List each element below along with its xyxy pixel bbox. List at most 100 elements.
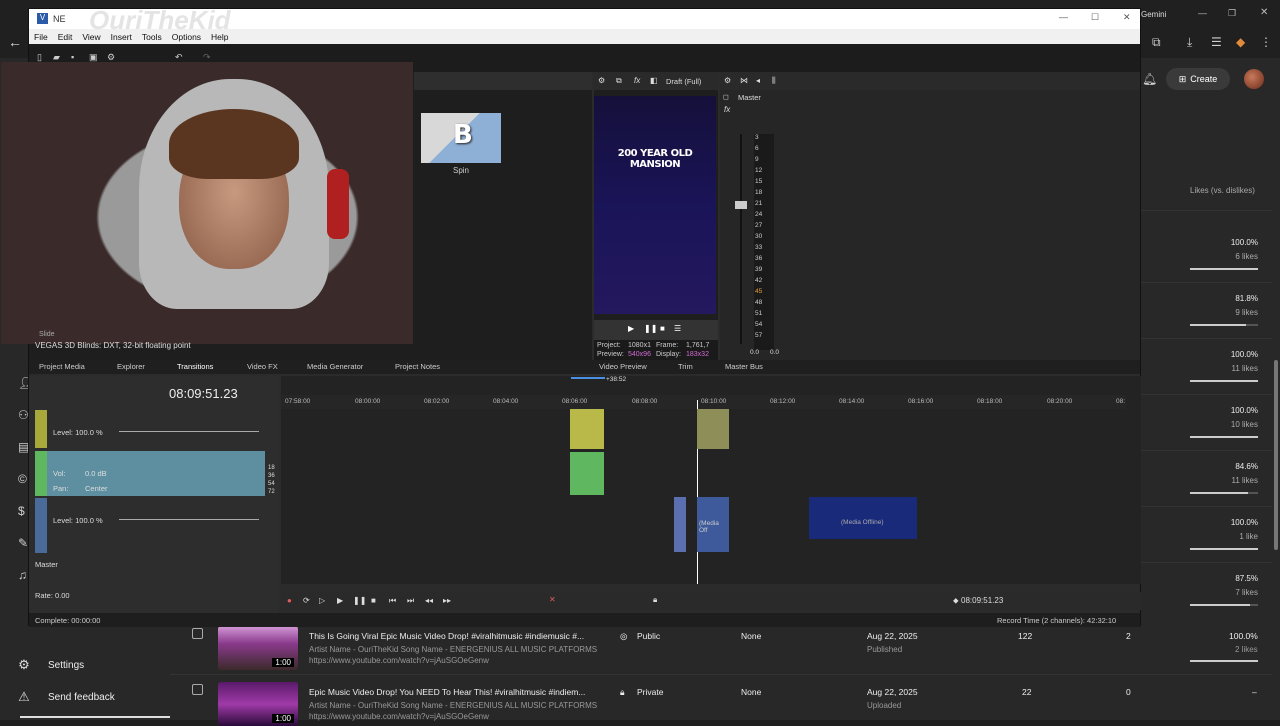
video-title[interactable]: Epic Music Video Drop! You NEED To Hear … — [309, 687, 585, 697]
mixer-icon[interactable]: ⫼ — [772, 76, 776, 86]
tab-video-preview[interactable]: Video Preview — [599, 362, 647, 371]
preview-copy-icon[interactable]: ⧉ — [616, 76, 622, 86]
sidebar-item-settings[interactable]: ⚙ Settings — [0, 650, 170, 680]
preview-quality-select[interactable]: Draft (Full) — [666, 77, 701, 86]
vegas-minimize-icon[interactable]: — — [1059, 12, 1068, 22]
audio-library-icon[interactable]: ♫ — [18, 568, 27, 582]
gemini-label[interactable]: Gemini — [1141, 10, 1166, 19]
tab-video-fx[interactable]: Video FX — [247, 362, 278, 371]
tab-project-media[interactable]: Project Media — [39, 362, 85, 371]
gear-icon: ⚙ — [18, 657, 30, 672]
audio-clip[interactable] — [570, 452, 604, 495]
row-divider — [1140, 282, 1272, 283]
sidebar-item-send-feedback[interactable]: ⚠ Send feedback — [0, 682, 170, 712]
create-button[interactable]: ⊞ Create — [1166, 68, 1230, 90]
visibility-value[interactable]: Private — [637, 687, 663, 697]
track-3-slider[interactable] — [119, 519, 259, 520]
track-2-pan-value[interactable]: Center — [85, 484, 108, 493]
lock-icon[interactable]: 🔒︎ — [653, 595, 657, 605]
playlist-icon[interactable]: ☰ — [1211, 35, 1222, 49]
master-fader[interactable] — [735, 201, 747, 209]
tab-media-generator[interactable]: Media Generator — [307, 362, 363, 371]
video-title[interactable]: This Is Going Viral Epic Music Video Dro… — [309, 631, 584, 641]
next-frame-icon[interactable]: ▸▸ — [443, 596, 451, 605]
loop-region[interactable] — [571, 377, 605, 379]
video-clip[interactable] — [570, 409, 604, 449]
screenshot-icon[interactable]: ⧉ — [1152, 35, 1161, 50]
transport-pause-icon[interactable]: ❚❚ — [353, 596, 366, 605]
go-to-start-icon[interactable]: ⏮ — [389, 596, 396, 606]
tab-master-bus[interactable]: Master Bus — [725, 362, 763, 371]
pause-icon[interactable]: ❚❚ — [644, 324, 657, 333]
likes-column-header[interactable]: Likes (vs. dislikes) — [1190, 186, 1255, 195]
tab-project-notes[interactable]: Project Notes — [395, 362, 440, 371]
likes-cell: 84.6% 11 likes — [1231, 462, 1258, 485]
scrollbar[interactable] — [1274, 360, 1278, 550]
minimize-icon[interactable]: — — [1198, 8, 1207, 18]
transport-time[interactable]: 08:09:51.23 — [961, 596, 1003, 605]
master-settings-icon[interactable]: ⚙ — [724, 76, 731, 85]
tab-trimmer[interactable]: Trim — [678, 362, 693, 371]
save-icon[interactable]: ▪ — [71, 52, 74, 62]
preview-settings-icon[interactable]: ⚙ — [598, 76, 605, 85]
customization-icon[interactable]: ✎ — [18, 536, 28, 550]
transport-stop-icon[interactable]: ■ — [371, 596, 376, 605]
video-clip[interactable]: (Media Off — [697, 497, 729, 552]
video-thumbnail[interactable]: 1:00 — [218, 682, 298, 726]
go-to-end-icon[interactable]: ⏭ — [407, 596, 414, 606]
bell-icon[interactable]: 🔔︎ — [1142, 72, 1157, 86]
master-checkbox[interactable]: ◻ — [723, 93, 729, 101]
likes-bar — [1190, 604, 1258, 606]
extension-icon[interactable]: ◆ — [1236, 35, 1245, 49]
avatar[interactable] — [1244, 69, 1264, 89]
menu-edit[interactable]: Edit — [53, 32, 78, 42]
preview-menu-icon[interactable]: ☰ — [674, 324, 681, 333]
split-screen-icon[interactable]: ◧ — [650, 76, 658, 85]
track-2-vol-value[interactable]: 0.0 dB — [85, 469, 107, 478]
cursor-time[interactable]: 08:09:51.23 — [169, 386, 238, 401]
transport-play-icon[interactable]: ▶ — [337, 596, 343, 605]
preview-video-frame — [594, 96, 716, 314]
delete-icon[interactable]: ✕ — [549, 595, 556, 604]
preview-toolbar: ⚙ ⧉ fx ◧ Draft (Full) — [594, 72, 718, 90]
track-3-level[interactable]: Level: 100.0 % — [53, 516, 103, 525]
transitions-pane-header — [414, 72, 592, 90]
prev-frame-icon[interactable]: ◂◂ — [425, 596, 433, 605]
master-fx-icon[interactable]: fx — [724, 105, 730, 114]
stop-icon[interactable]: ■ — [660, 324, 665, 333]
menu-file[interactable]: File — [29, 32, 53, 42]
master-track-label: Master — [35, 560, 58, 569]
vegas-maximize-icon[interactable]: ☐ — [1091, 12, 1099, 23]
more-icon[interactable]: ⋮ — [1260, 35, 1272, 49]
video-clip[interactable]: (Media Offline) — [809, 497, 917, 539]
loop-icon[interactable]: ⟳ — [303, 596, 310, 605]
track-1-slider[interactable] — [119, 431, 259, 432]
video-clip[interactable] — [674, 497, 686, 552]
record-icon[interactable]: ● — [287, 596, 292, 605]
maximize-icon[interactable]: ❐ — [1228, 8, 1236, 19]
likes-cell: 100.0% 1 like — [1230, 518, 1258, 541]
downmix-icon[interactable]: ⋈ — [740, 76, 748, 85]
close-icon[interactable]: ✕ — [1260, 7, 1268, 18]
master-bus-pane — [720, 72, 1140, 362]
fx-slide-label: Slide — [39, 331, 55, 338]
video-clip[interactable] — [697, 409, 729, 449]
row-checkbox[interactable] — [192, 628, 203, 639]
preview-fx-icon[interactable]: fx — [634, 76, 640, 85]
video-thumbnail[interactable]: 1:00 — [218, 626, 298, 670]
tab-transitions[interactable]: Transitions — [177, 362, 213, 371]
play-from-start-icon[interactable]: ▷ — [319, 596, 325, 605]
back-arrow-icon[interactable]: ← — [8, 34, 22, 50]
track-1-level[interactable]: Level: 100.0 % — [53, 428, 103, 437]
mute-icon[interactable]: ◂ — [756, 76, 760, 85]
row-checkbox[interactable] — [192, 684, 203, 695]
play-icon[interactable]: ▶ — [628, 324, 634, 333]
row-divider — [1140, 210, 1272, 211]
tab-explorer[interactable]: Explorer — [117, 362, 145, 371]
visibility-value[interactable]: Public — [637, 631, 660, 641]
vegas-close-icon[interactable]: ✕ — [1123, 12, 1131, 23]
copyright-icon[interactable]: © — [18, 472, 27, 486]
earn-icon[interactable]: $ — [18, 504, 25, 518]
rate-label[interactable]: Rate: 0.00 — [35, 591, 70, 600]
download-icon[interactable]: ⤓ — [1187, 35, 1192, 50]
